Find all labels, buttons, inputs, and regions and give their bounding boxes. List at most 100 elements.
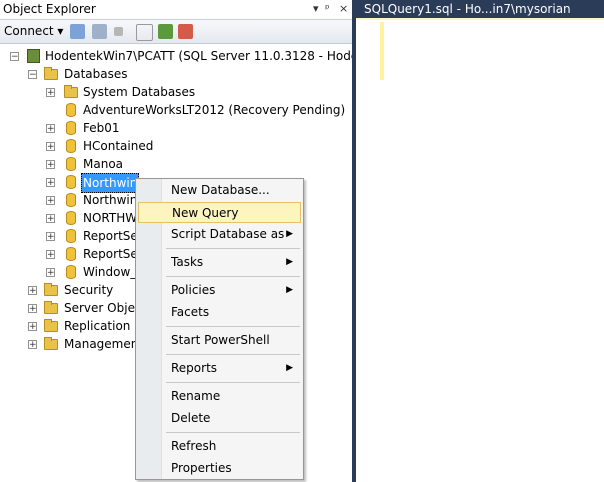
menu-item-script-database-as[interactable]: Script Database as ▶ — [138, 224, 301, 245]
menu-item-delete[interactable]: Delete — [138, 408, 301, 429]
expand-icon[interactable]: + — [28, 304, 37, 314]
tree-label: Northwin — [81, 173, 140, 193]
menu-separator — [166, 248, 300, 249]
tree-label: HodentekWin7\PCATT (SQL Server 11.0.3128… — [45, 49, 352, 63]
expand-icon[interactable]: + — [28, 340, 37, 350]
query-editor[interactable]: SQLQuery1.sql - Ho...in7\mysorian (56))* — [356, 0, 604, 482]
expand-icon[interactable]: + — [46, 88, 55, 98]
menu-item-reports[interactable]: Reports ▶ — [138, 358, 301, 379]
tree-label: AdventureWorksLT2012 (Recovery Pending) — [83, 103, 346, 117]
menu-item-label: New Query — [172, 206, 239, 220]
submenu-arrow-icon: ▶ — [286, 229, 293, 239]
database-icon — [66, 157, 76, 171]
database-icon — [66, 247, 76, 261]
menu-separator — [166, 432, 300, 433]
database-icon — [66, 229, 76, 243]
menu-separator — [166, 276, 300, 277]
window-position-icon[interactable]: ▾ — [313, 2, 319, 15]
database-icon — [66, 121, 76, 135]
expand-icon[interactable]: + — [46, 214, 55, 224]
menu-item-label: Reports — [171, 361, 218, 375]
menu-item-label: Policies — [171, 283, 216, 297]
close-icon[interactable]: × — [339, 2, 348, 15]
object-explorer-titlebar: Object Explorer ▾ ᵖ × — [0, 0, 352, 20]
editor-change-margin — [380, 22, 384, 80]
tree-label: ReportSer — [83, 229, 143, 243]
menu-item-new-query[interactable]: New Query — [138, 202, 301, 223]
menu-item-label: Delete — [171, 411, 211, 425]
menu-item-label: Properties — [171, 461, 232, 475]
menu-item-label: Script Database as — [171, 227, 285, 241]
folder-icon — [44, 337, 58, 350]
expand-icon[interactable]: + — [46, 142, 55, 152]
database-icon — [66, 193, 76, 207]
connect-icon[interactable] — [70, 24, 85, 39]
tree-label: Server Object — [64, 301, 147, 315]
menu-item-properties[interactable]: Properties — [138, 458, 301, 479]
menu-item-label: Start PowerShell — [171, 333, 270, 347]
query-tab[interactable]: SQLQuery1.sql - Ho...in7\mysorian (56))* — [356, 0, 604, 34]
menu-item-new-database[interactable]: New Database... — [138, 180, 301, 201]
folder-icon — [44, 283, 58, 296]
menu-item-rename[interactable]: Rename — [138, 386, 301, 407]
server-icon — [27, 49, 40, 63]
tree-label: Feb01 — [83, 121, 120, 135]
folder-icon — [44, 67, 58, 80]
expand-icon[interactable]: + — [46, 268, 55, 278]
database-icon — [66, 139, 76, 153]
menu-item-policies[interactable]: Policies ▶ — [138, 280, 301, 301]
tree-label: Databases — [64, 67, 128, 81]
tree-label: System Databases — [83, 85, 196, 99]
filter-icon[interactable] — [136, 24, 153, 41]
stop-icon[interactable] — [114, 27, 123, 36]
collapse-icon[interactable]: − — [28, 70, 37, 80]
menu-item-refresh[interactable]: Refresh — [138, 436, 301, 457]
expand-icon[interactable]: + — [46, 196, 55, 206]
expand-icon[interactable]: + — [46, 178, 55, 188]
tree-label: Replication — [64, 319, 131, 333]
expand-icon[interactable]: + — [46, 232, 55, 242]
menu-item-label: Facets — [171, 305, 210, 319]
tree-label: NORTHW — [83, 211, 138, 225]
tree-label: HContained — [83, 139, 154, 153]
database-icon — [66, 175, 76, 189]
menu-item-tasks[interactable]: Tasks ▶ — [138, 252, 301, 273]
folder-icon — [44, 301, 58, 314]
tree-label: Security — [64, 283, 114, 297]
tree-label: Window_ — [83, 265, 137, 279]
menu-item-label: New Database... — [171, 183, 270, 197]
menu-separator — [166, 382, 300, 383]
menu-item-start-powershell[interactable]: Start PowerShell — [138, 330, 301, 351]
tree-label: Manoa — [83, 157, 124, 171]
expand-icon[interactable]: + — [46, 250, 55, 260]
object-explorer-title: Object Explorer — [3, 2, 96, 16]
submenu-arrow-icon: ▶ — [286, 363, 293, 373]
folder-icon — [44, 319, 58, 332]
disconnect-icon[interactable] — [92, 24, 107, 39]
menu-item-label: Refresh — [171, 439, 217, 453]
menu-item-label: Rename — [171, 389, 221, 403]
expand-icon[interactable]: + — [28, 286, 37, 296]
query-tab-underline — [356, 18, 604, 20]
menu-separator — [166, 326, 300, 327]
pin-icon[interactable]: ᵖ — [325, 2, 330, 15]
expand-icon[interactable]: + — [46, 160, 55, 170]
tree-label: Northwin — [83, 193, 138, 207]
context-menu: New Database... New Query Script Databas… — [135, 178, 304, 480]
collapse-icon[interactable]: − — [10, 52, 19, 62]
database-icon — [66, 103, 76, 117]
tree-label: Management — [64, 337, 144, 351]
expand-icon[interactable]: + — [28, 322, 37, 332]
submenu-arrow-icon: ▶ — [286, 285, 293, 295]
refresh-icon[interactable] — [158, 24, 173, 39]
folder-icon — [64, 85, 78, 98]
expand-icon[interactable]: + — [46, 124, 55, 134]
tree-label: ReportSer — [83, 247, 143, 261]
menu-item-facets[interactable]: Facets — [138, 302, 301, 323]
menu-item-label: Tasks — [171, 255, 204, 269]
activity-monitor-icon[interactable] — [178, 24, 193, 39]
database-icon — [66, 265, 76, 279]
submenu-arrow-icon: ▶ — [286, 257, 293, 267]
menu-separator — [166, 354, 300, 355]
connect-button[interactable]: Connect ▾ — [4, 24, 63, 38]
